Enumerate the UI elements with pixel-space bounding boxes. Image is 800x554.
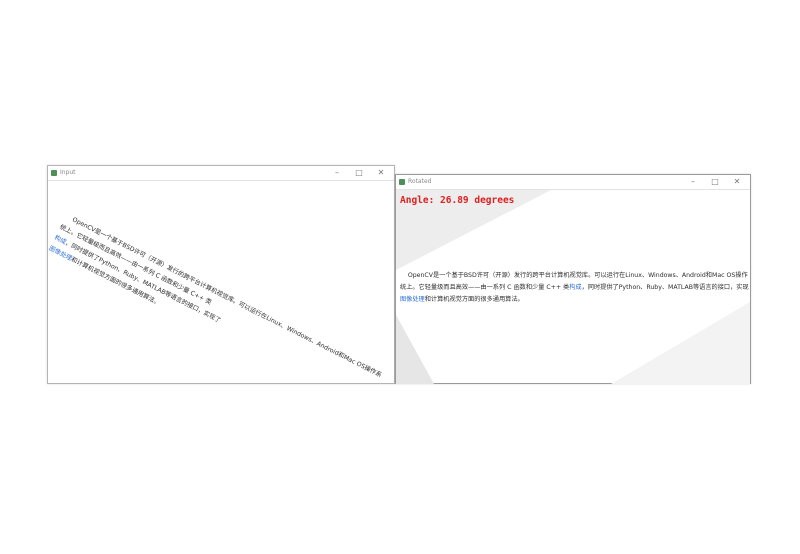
input-image-canvas: OpenCV是一个基于BSD许可（开源）发行的跨平台计算机视觉库。可以运行在Li… [48,181,394,383]
deskewed-text-block: OpenCV是一个基于BSD许可（开源）发行的跨平台计算机视觉库。可以运行在Li… [400,270,750,306]
text-link-image-processing: 图像处理 [400,296,425,303]
text-line-2: 统上。它轻量级而且高效——由一系列 C 函数和少量 C++ 类构成，同时提供了P… [400,284,749,291]
text-line-1: OpenCV是一个基于BSD许可（开源）发行的跨平台计算机视觉库。可以运行在Li… [400,272,748,279]
text-line-2: 统上。它轻量级而且高效——由一系列 C 函数和少量 C++ 类构成，同时提供了P… [53,223,222,325]
rotated-text-block: OpenCV是一个基于BSD许可（开源）发行的跨平台计算机视觉库。可以运行在Li… [48,211,383,383]
rotated-window-titlebar[interactable]: Rotated – □ ✕ [396,175,750,190]
close-icon[interactable]: ✕ [726,175,748,189]
minimize-icon[interactable]: – [682,175,704,189]
minimize-icon[interactable]: – [326,166,348,180]
text-line-1: OpenCV是一个基于BSD许可（开源）发行的跨平台计算机视觉库。可以运行在Li… [63,212,383,380]
input-window: Input – □ ✕ OpenCV是一个基于BSD许可（开源）发行的跨平台计算… [47,165,395,384]
window-title: Rotated [408,178,432,185]
app-icon [51,170,57,176]
text-line-3: 图像处理和计算机视觉方面的很多通用算法。 [400,296,524,303]
app-icon [399,179,405,185]
maximize-icon[interactable]: □ [348,166,370,180]
window-title: Input [60,169,76,176]
rotated-image-canvas: Angle: 26.89 degrees OpenCV是一个基于BSD许可（开源… [396,190,750,384]
angle-label: Angle: 26.89 degrees [400,195,515,206]
input-window-titlebar[interactable]: Input – □ ✕ [48,166,394,181]
rotated-window: Rotated – □ ✕ Angle: 26.89 degrees OpenC… [395,174,751,384]
text-link-construct: 构成 [569,284,582,291]
close-icon[interactable]: ✕ [370,166,392,180]
maximize-icon[interactable]: □ [704,175,726,189]
